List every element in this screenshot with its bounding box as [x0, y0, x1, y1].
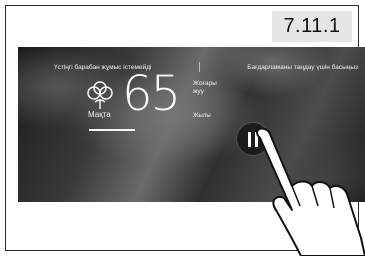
- section-number: 7.11.1: [272, 11, 352, 42]
- temperature-unit: Жылы: [193, 113, 211, 119]
- temperature-value[interactable]: 65: [122, 70, 181, 118]
- temperature-words: Жоғары жуу: [193, 80, 217, 96]
- mode-label: Мақта: [88, 110, 111, 119]
- cotton-icon: [87, 81, 113, 109]
- temperature-word-1: Жоғары: [193, 80, 217, 87]
- pointing-hand-icon: [256, 128, 365, 256]
- temperature-word-2: жуу: [193, 88, 204, 95]
- display-header: Үстіңгі барабан жұмыс істемейді Бағдарла…: [18, 60, 365, 74]
- mode-selected-underline: [89, 129, 135, 131]
- pause-icon: [248, 132, 251, 147]
- header-divider: [198, 62, 200, 72]
- select-program-hint: Бағдарламаны таңдау үшін басыңыз: [247, 63, 358, 71]
